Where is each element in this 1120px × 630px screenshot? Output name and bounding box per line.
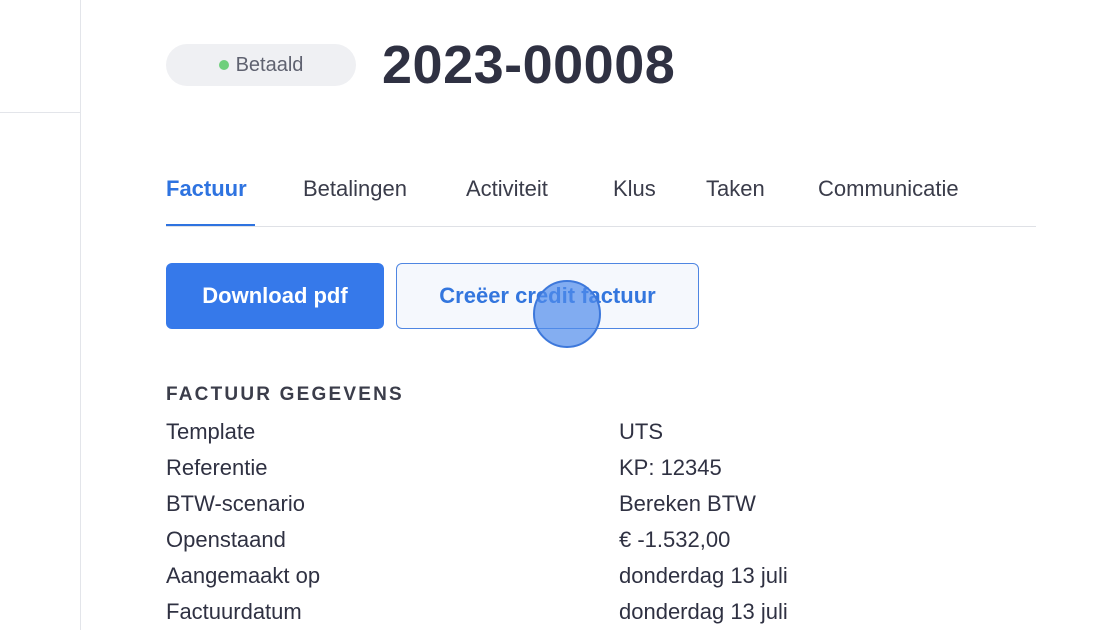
status-label: Betaald [235, 53, 304, 76]
tab-betalingen[interactable]: Betalingen [303, 176, 407, 202]
status-badge: Betaald [166, 44, 356, 86]
sidebar-divider [0, 112, 80, 113]
detail-label: Factuurdatum [166, 599, 302, 624]
detail-label: Referentie [166, 455, 268, 480]
detail-row: Aangemaakt op donderdag 13 juli [166, 558, 866, 594]
detail-value: KP: 12345 [619, 455, 722, 480]
detail-value: donderdag 13 juli [619, 563, 788, 588]
tab-bar: Factuur Betalingen Activiteit Klus Taken… [166, 170, 1036, 227]
detail-row: Referentie KP: 12345 [166, 450, 866, 486]
section-title: FACTUUR GEGEVENS [166, 384, 404, 405]
tab-activiteit[interactable]: Activiteit [466, 176, 548, 202]
tab-communicatie[interactable]: Communicatie [818, 176, 959, 202]
tab-factuur[interactable]: Factuur [166, 176, 247, 202]
detail-label: Template [166, 419, 256, 444]
detail-label: Aangemaakt op [166, 563, 321, 588]
page-title: 2023-00008 [382, 35, 676, 95]
detail-value: UTS [619, 419, 663, 444]
detail-row: Openstaand € -1.532,00 [166, 522, 866, 558]
invoice-details-list: Template UTS Referentie KP: 12345 BTW-sc… [166, 414, 866, 630]
active-tab-indicator [166, 224, 255, 226]
download-pdf-button[interactable]: Download pdf [166, 263, 384, 329]
tab-klus[interactable]: Klus [613, 176, 656, 202]
detail-value: € -1.532,00 [619, 527, 731, 552]
detail-row: BTW-scenario Bereken BTW [166, 486, 866, 522]
left-sidebar [0, 0, 81, 630]
create-credit-invoice-button[interactable]: Creëer credit factuur [396, 263, 699, 329]
status-dot-icon [218, 60, 229, 70]
detail-row: Template UTS [166, 414, 866, 450]
detail-value: donderdag 13 juli [619, 599, 788, 624]
detail-row: Factuurdatum donderdag 13 juli [166, 594, 866, 630]
detail-value: Bereken BTW [619, 491, 756, 516]
detail-label: Openstaand [166, 527, 286, 552]
invoice-page: Betaald 2023-00008 Factuur Betalingen Ac… [0, 0, 1120, 630]
detail-label: BTW-scenario [166, 491, 305, 516]
tab-taken[interactable]: Taken [706, 176, 765, 202]
